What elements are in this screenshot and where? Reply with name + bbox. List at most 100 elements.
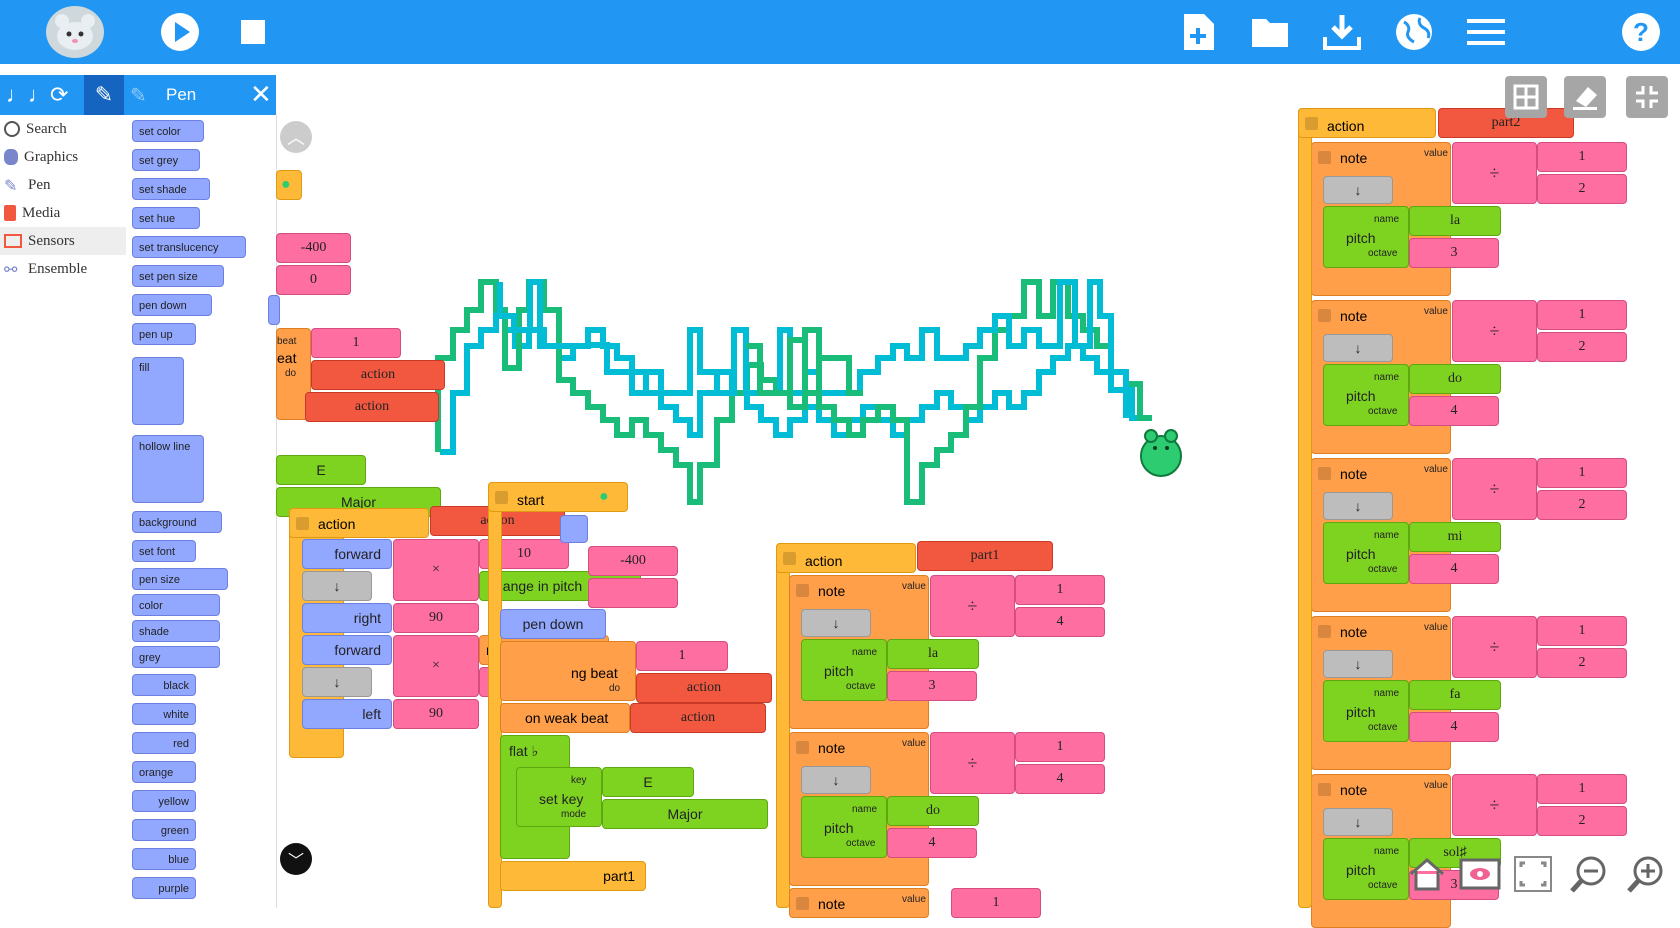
category-pen[interactable]: ✎ Pen — [0, 171, 126, 199]
pitch-block[interactable]: name pitch octave — [1323, 838, 1409, 900]
palette-block[interactable]: white — [132, 703, 196, 725]
palette-block[interactable]: hollow line — [132, 435, 204, 503]
action-name-block[interactable]: part1 — [917, 541, 1053, 571]
number-block[interactable]: 2 — [1537, 648, 1627, 678]
number-block[interactable]: 2 — [1537, 332, 1627, 362]
divide-block[interactable]: ÷ — [930, 575, 1015, 637]
palette-block[interactable]: pen down — [132, 294, 212, 316]
eraser-icon[interactable] — [1564, 76, 1606, 118]
collapse-icon[interactable] — [1318, 625, 1331, 638]
number-block[interactable]: 90 — [393, 699, 479, 729]
palette-block[interactable]: grey — [132, 646, 220, 668]
palette-block[interactable]: fill — [132, 357, 184, 425]
number-block[interactable]: 4 — [1015, 764, 1105, 794]
solfege-block[interactable]: la — [1409, 206, 1501, 236]
number-block[interactable] — [588, 578, 678, 608]
number-block[interactable]: 1 — [951, 888, 1041, 918]
solfege-block[interactable]: do — [887, 796, 979, 826]
right-block[interactable]: right — [302, 603, 392, 633]
solfege-block[interactable]: fa — [1409, 680, 1501, 710]
pitch-block[interactable]: name pitch octave — [801, 639, 887, 701]
number-block[interactable]: 1 — [1537, 142, 1627, 172]
grid-icon[interactable] — [1505, 76, 1547, 118]
collapse-icon[interactable] — [1305, 117, 1318, 130]
action-name-block[interactable]: action — [311, 360, 445, 390]
octave-block[interactable]: 4 — [887, 828, 977, 858]
down-arrow-block[interactable]: ↓ — [1323, 176, 1393, 204]
scroll-down-icon[interactable]: ﹀ — [280, 843, 312, 875]
pen-down-block[interactable]: pen down — [500, 609, 606, 639]
down-arrow-block[interactable]: ↓ — [801, 609, 871, 637]
forward-block[interactable]: forward — [302, 635, 392, 665]
solfege-block[interactable]: la — [887, 639, 979, 669]
multiply-block[interactable]: × — [393, 635, 479, 697]
octave-block[interactable]: 3 — [1409, 238, 1499, 268]
collapse-icon[interactable] — [796, 897, 809, 910]
octave-block[interactable]: 4 — [1409, 396, 1499, 426]
octave-block[interactable]: 4 — [1409, 554, 1499, 584]
category-media[interactable]: Media — [0, 199, 126, 227]
down-arrow-block[interactable]: ↓ — [1323, 650, 1393, 678]
divide-block[interactable]: ÷ — [1452, 142, 1537, 204]
weak-beat-block[interactable]: on weak beat — [500, 703, 630, 733]
palette-block[interactable]: black — [132, 674, 196, 696]
music-notes-icon[interactable]: ♩♩ — [6, 83, 50, 107]
zoom-in-icon[interactable] — [1625, 853, 1667, 895]
pitch-block[interactable]: name pitch octave — [1323, 206, 1409, 268]
number-block[interactable]: 0 — [276, 265, 351, 295]
number-block[interactable]: 2 — [1537, 174, 1627, 204]
collapse-icon[interactable] — [1318, 467, 1331, 480]
close-palette-icon[interactable]: ✕ — [250, 79, 272, 110]
palette-block[interactable]: blue — [132, 848, 196, 870]
key-block[interactable]: E — [276, 455, 366, 485]
number-block[interactable]: 1 — [1537, 458, 1627, 488]
collapse-icon[interactable] — [1318, 151, 1331, 164]
number-block[interactable]: 4 — [1015, 607, 1105, 637]
collapse-icon[interactable] — [1318, 783, 1331, 796]
down-arrow-block[interactable]: ↓ — [1323, 334, 1393, 362]
pitch-block[interactable]: name pitch octave — [1323, 364, 1409, 426]
category-ensemble[interactable]: ⚯ Ensemble — [0, 255, 126, 283]
key-block[interactable]: E — [602, 767, 694, 797]
strong-beat-block[interactable]: ng beat do — [500, 641, 636, 701]
down-arrow-block[interactable]: ↓ — [302, 571, 372, 601]
forward-block[interactable]: forward — [302, 539, 392, 569]
palette-block[interactable]: red — [132, 732, 196, 754]
octave-block[interactable]: 3 — [887, 671, 977, 701]
refresh-icon[interactable]: ⟳ — [50, 83, 76, 107]
mode-block[interactable]: Major — [602, 799, 768, 829]
collapse-icon[interactable] — [783, 552, 796, 565]
action-header-block[interactable]: action — [289, 508, 429, 538]
down-arrow-block[interactable]: ↓ — [302, 667, 372, 697]
number-block[interactable]: 1 — [1537, 774, 1627, 804]
partial-block[interactable] — [268, 295, 280, 325]
multiply-block[interactable]: × — [393, 539, 479, 601]
palette-block[interactable]: orange — [132, 761, 196, 783]
number-block[interactable]: 1 — [1537, 616, 1627, 646]
number-block[interactable]: 1 — [1015, 575, 1105, 605]
number-block[interactable]: 1 — [636, 641, 728, 671]
number-block[interactable]: -400 — [276, 233, 351, 263]
left-block[interactable]: left — [302, 699, 392, 729]
divide-block[interactable]: ÷ — [1452, 300, 1537, 362]
octave-block[interactable]: 4 — [1409, 712, 1499, 742]
collapse-icon[interactable] — [495, 491, 508, 504]
divide-block[interactable]: ÷ — [930, 732, 1015, 794]
palette-block[interactable]: set translucency — [132, 236, 246, 258]
partial-start-block[interactable]: ● — [276, 170, 302, 200]
down-arrow-block[interactable]: ↓ — [1323, 492, 1393, 520]
collapse-icon[interactable] — [1318, 309, 1331, 322]
palette-block[interactable]: purple — [132, 877, 196, 899]
category-graphics[interactable]: Graphics — [0, 143, 126, 171]
pen-tab-icon[interactable]: ✎ — [84, 75, 124, 115]
set-key-block[interactable]: set key key mode — [516, 767, 602, 827]
palette-block[interactable]: shade — [132, 620, 220, 642]
palette-block[interactable]: yellow — [132, 790, 196, 812]
divide-block[interactable]: ÷ — [1452, 616, 1537, 678]
palette-block[interactable]: pen up — [132, 323, 196, 345]
action-header-block[interactable]: action — [1298, 108, 1436, 138]
eye-icon[interactable] — [1459, 853, 1501, 895]
palette-block[interactable]: set hue — [132, 207, 200, 229]
action-header-block[interactable]: action — [776, 543, 916, 573]
palette-block[interactable]: green — [132, 819, 196, 841]
